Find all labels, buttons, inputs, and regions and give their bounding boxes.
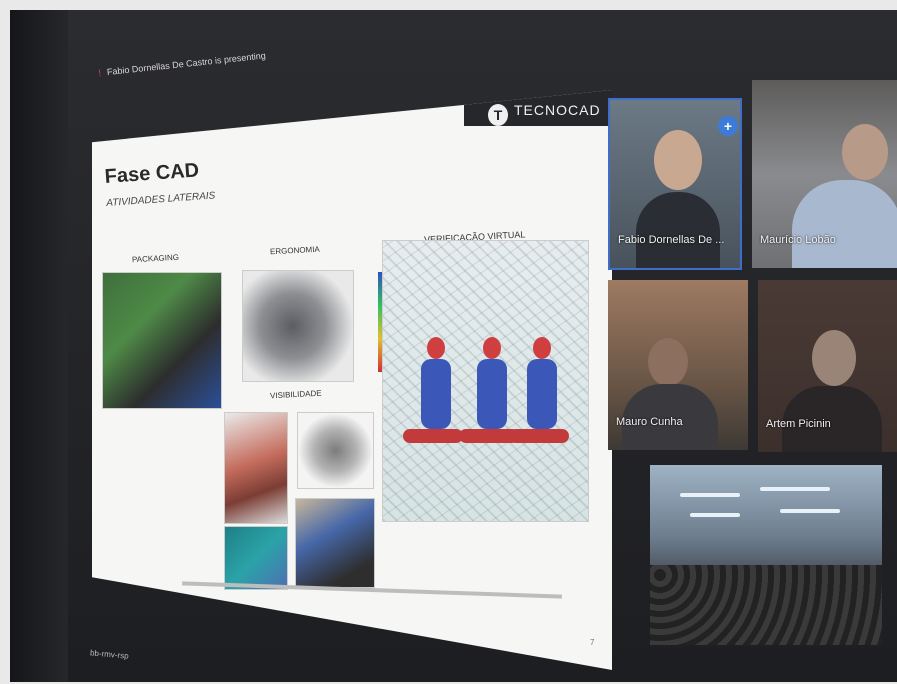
participant-tile-3[interactable]: Mauro Cunha [608, 280, 748, 450]
participant-video [842, 124, 888, 180]
audience-crowd [650, 565, 882, 645]
participant-tile-4[interactable]: Artem Picinin [758, 280, 897, 452]
bottom-screen-text: bb-rmv-rsp [89, 648, 129, 661]
visibilidade-image-4 [295, 498, 375, 588]
crash-dummy-head [533, 337, 551, 359]
participant-tile-auditorium[interactable] [650, 465, 882, 645]
presenting-text: Fabio Dornellas De Castro is presenting [106, 50, 267, 78]
screen-bezel [10, 10, 68, 682]
ceiling-light [690, 513, 740, 517]
ceiling-light [680, 493, 740, 497]
participant-shoulders [636, 192, 720, 268]
slide-subtitle: ATIVIDADES LATERAIS [106, 190, 216, 209]
participant-shoulders [792, 180, 897, 268]
logo-text: TECNOCAD [514, 102, 601, 118]
recording-dot-icon: ! [98, 67, 102, 78]
crash-dummy-body [421, 359, 451, 429]
participant-name: Fabio Dornellas De ... [618, 234, 725, 246]
crash-dummy-body [477, 359, 507, 429]
shared-slide: T TECNOCAD Fase CAD ATIVIDADES LATERAIS … [92, 90, 612, 670]
label-visibilidade: VISIBILIDADE [269, 388, 322, 401]
verificacao-virtual-image [382, 240, 589, 522]
crash-dummy-leg [403, 429, 463, 443]
plus-icon[interactable]: + [718, 116, 738, 136]
participant-video [812, 330, 856, 386]
participant-tile-2[interactable]: Maurício Lobão [752, 80, 897, 268]
crash-dummy-leg [509, 429, 569, 443]
participant-name: Mauro Cunha [616, 416, 683, 428]
participant-name: Artem Picinin [766, 418, 831, 430]
crash-dummy-body [527, 359, 557, 429]
visibilidade-image-2 [297, 412, 374, 489]
participant-video [654, 130, 702, 190]
tecnocad-logo-icon: T [488, 104, 508, 126]
slide-title: Fase CAD [104, 159, 200, 188]
participant-name: Maurício Lobão [760, 234, 836, 246]
label-ergonomia: ERGONOMIA [269, 244, 320, 257]
participant-video [648, 338, 688, 386]
ceiling-light [760, 487, 830, 491]
visibilidade-image-1 [224, 412, 288, 524]
label-packaging: PACKAGING [131, 252, 180, 265]
slide-page-number: 7 [590, 638, 595, 647]
ceiling-light [780, 509, 840, 513]
packaging-image [102, 272, 222, 409]
crash-dummy-head [483, 337, 501, 359]
crash-dummy-head [427, 337, 445, 359]
visibilidade-image-3 [224, 526, 288, 590]
ergonomia-image [242, 270, 354, 382]
presenting-indicator: ! Fabio Dornellas De Castro is presenting [98, 50, 266, 78]
projected-screen: ! Fabio Dornellas De Castro is presenting… [10, 10, 897, 682]
